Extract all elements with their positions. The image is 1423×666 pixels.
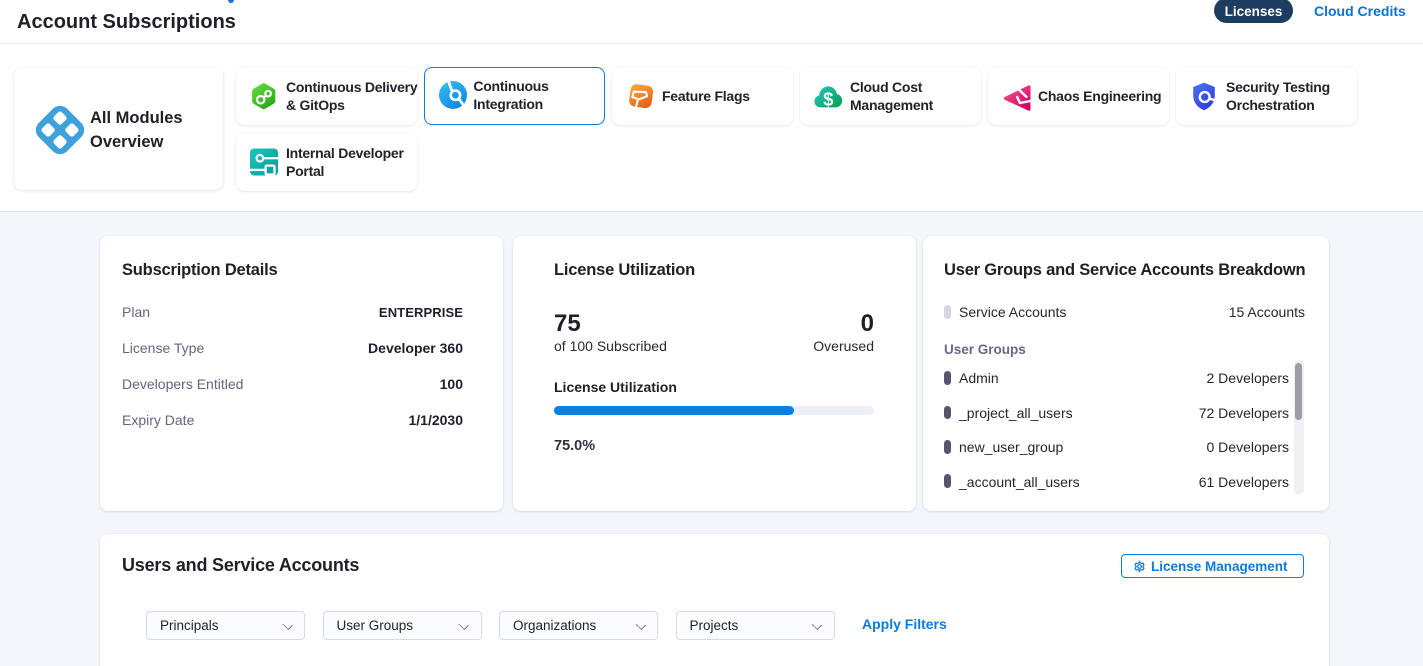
svg-text:$: $ — [823, 89, 834, 110]
